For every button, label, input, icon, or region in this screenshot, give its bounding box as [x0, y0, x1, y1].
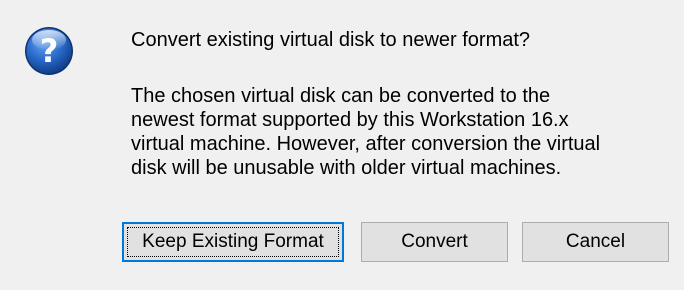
cancel-label: Cancel [565, 231, 626, 252]
cancel-button[interactable]: Cancel [522, 222, 669, 262]
question-icon: ? [24, 26, 74, 76]
convert-disk-dialog: ? Convert existing virtual disk to newer… [0, 0, 684, 290]
convert-label: Convert [401, 231, 468, 252]
keep-existing-format-label: Keep Existing Format [142, 231, 324, 252]
message-line: The chosen virtual disk can be converted… [131, 85, 551, 107]
dialog-heading: Convert existing virtual disk to newer f… [131, 29, 531, 51]
keep-existing-format-button[interactable]: Keep Existing Format [122, 222, 344, 262]
dialog-message: The chosen virtual disk can be converted… [131, 84, 671, 180]
svg-text:?: ? [40, 32, 59, 70]
message-line: disk will be unusable with older virtual… [131, 157, 562, 179]
convert-button[interactable]: Convert [361, 222, 508, 262]
message-line: virtual machine. However, after conversi… [131, 133, 601, 155]
message-line: newest format supported by this Workstat… [131, 109, 569, 131]
